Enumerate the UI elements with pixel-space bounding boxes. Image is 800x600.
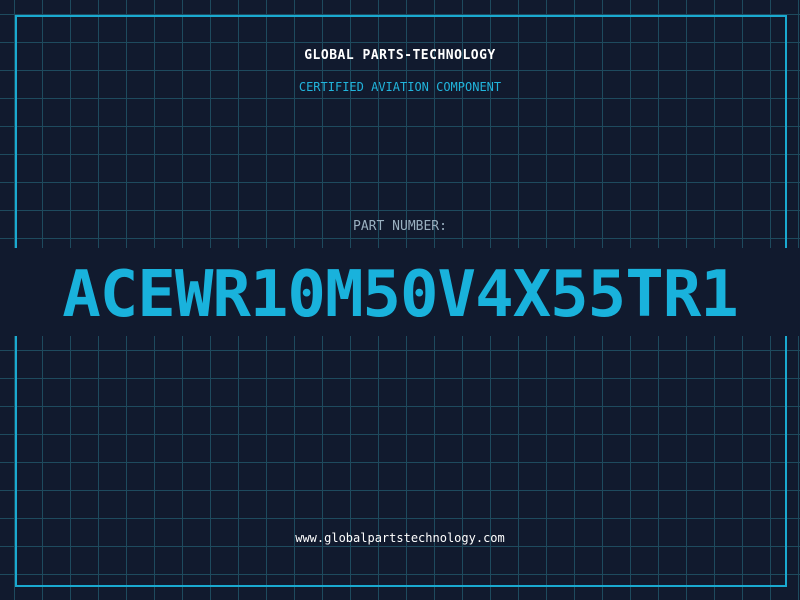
company-name: GLOBAL PARTS-TECHNOLOGY bbox=[304, 48, 496, 63]
part-number-label: PART NUMBER: bbox=[353, 219, 447, 234]
website-url: www.globalpartstechnology.com bbox=[295, 531, 505, 545]
part-number-value: ACEWR10M50V4X55TR1 bbox=[62, 258, 739, 332]
certification-tagline: CERTIFIED AVIATION COMPONENT bbox=[298, 80, 502, 94]
label-card: GLOBAL PARTS-TECHNOLOGY CERTIFIED AVIATI… bbox=[0, 0, 800, 600]
